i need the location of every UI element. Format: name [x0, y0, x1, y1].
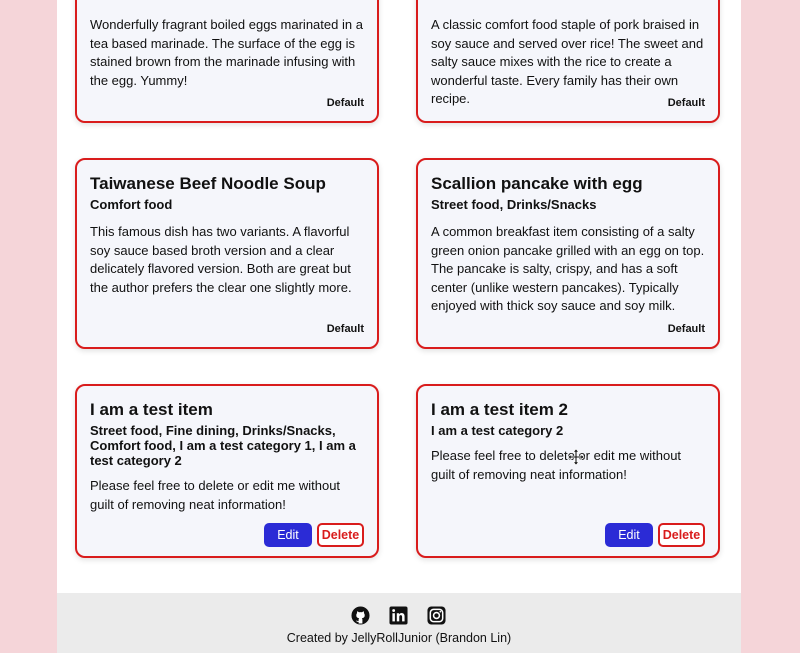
recipe-card: A classic comfort food staple of pork br…	[416, 0, 720, 123]
default-badge: Default	[326, 97, 364, 109]
card-description: Wonderfully fragrant boiled eggs marinat…	[90, 17, 363, 88]
card-category: Street food, Fine dining, Drinks/Snacks,…	[90, 423, 356, 468]
default-badge: Default	[326, 323, 364, 335]
card-description: Please feel free to delete or edit me wi…	[90, 478, 341, 512]
github-icon[interactable]	[351, 606, 370, 625]
footer: Created by JellyRollJunior (Brandon Lin)	[57, 593, 741, 653]
edit-button[interactable]: Edit	[605, 523, 653, 547]
card-description: A classic comfort food staple of pork br…	[431, 17, 704, 106]
default-badge: Default	[667, 323, 705, 335]
instagram-icon[interactable]	[427, 606, 446, 625]
card-title: I am a test item 2	[431, 400, 569, 419]
footer-credit: Created by JellyRollJunior (Brandon Lin)	[286, 631, 512, 645]
recipe-card: Wonderfully fragrant boiled eggs marinat…	[75, 0, 379, 123]
card-title: Taiwanese Beef Noodle Soup	[90, 174, 326, 193]
card-description: A common breakfast item consisting of a …	[431, 224, 705, 313]
default-badge: Default	[667, 97, 705, 109]
edit-button[interactable]: Edit	[264, 523, 312, 547]
page-content: Wonderfully fragrant boiled eggs marinat…	[57, 0, 741, 653]
linkedin-icon[interactable]	[389, 606, 408, 625]
card-category: Comfort food	[90, 197, 173, 212]
recipe-card: I am a test item 2 I am a test category …	[416, 384, 720, 558]
card-category: I am a test category 2	[431, 423, 564, 438]
move-cursor-icon	[567, 448, 585, 466]
recipe-card: Taiwanese Beef Noodle Soup Comfort food …	[75, 158, 379, 349]
card-title: I am a test item	[90, 400, 213, 419]
card-title: Scallion pancake with egg	[431, 174, 643, 193]
recipe-card: Scallion pancake with egg Street food, D…	[416, 158, 720, 349]
recipe-card: I am a test item Street food, Fine dinin…	[75, 384, 379, 558]
card-category: Street food, Drinks/Snacks	[431, 197, 597, 212]
card-description: This famous dish has two variants. A fla…	[90, 224, 352, 295]
delete-button[interactable]: Delete	[317, 523, 364, 547]
delete-button[interactable]: Delete	[658, 523, 705, 547]
